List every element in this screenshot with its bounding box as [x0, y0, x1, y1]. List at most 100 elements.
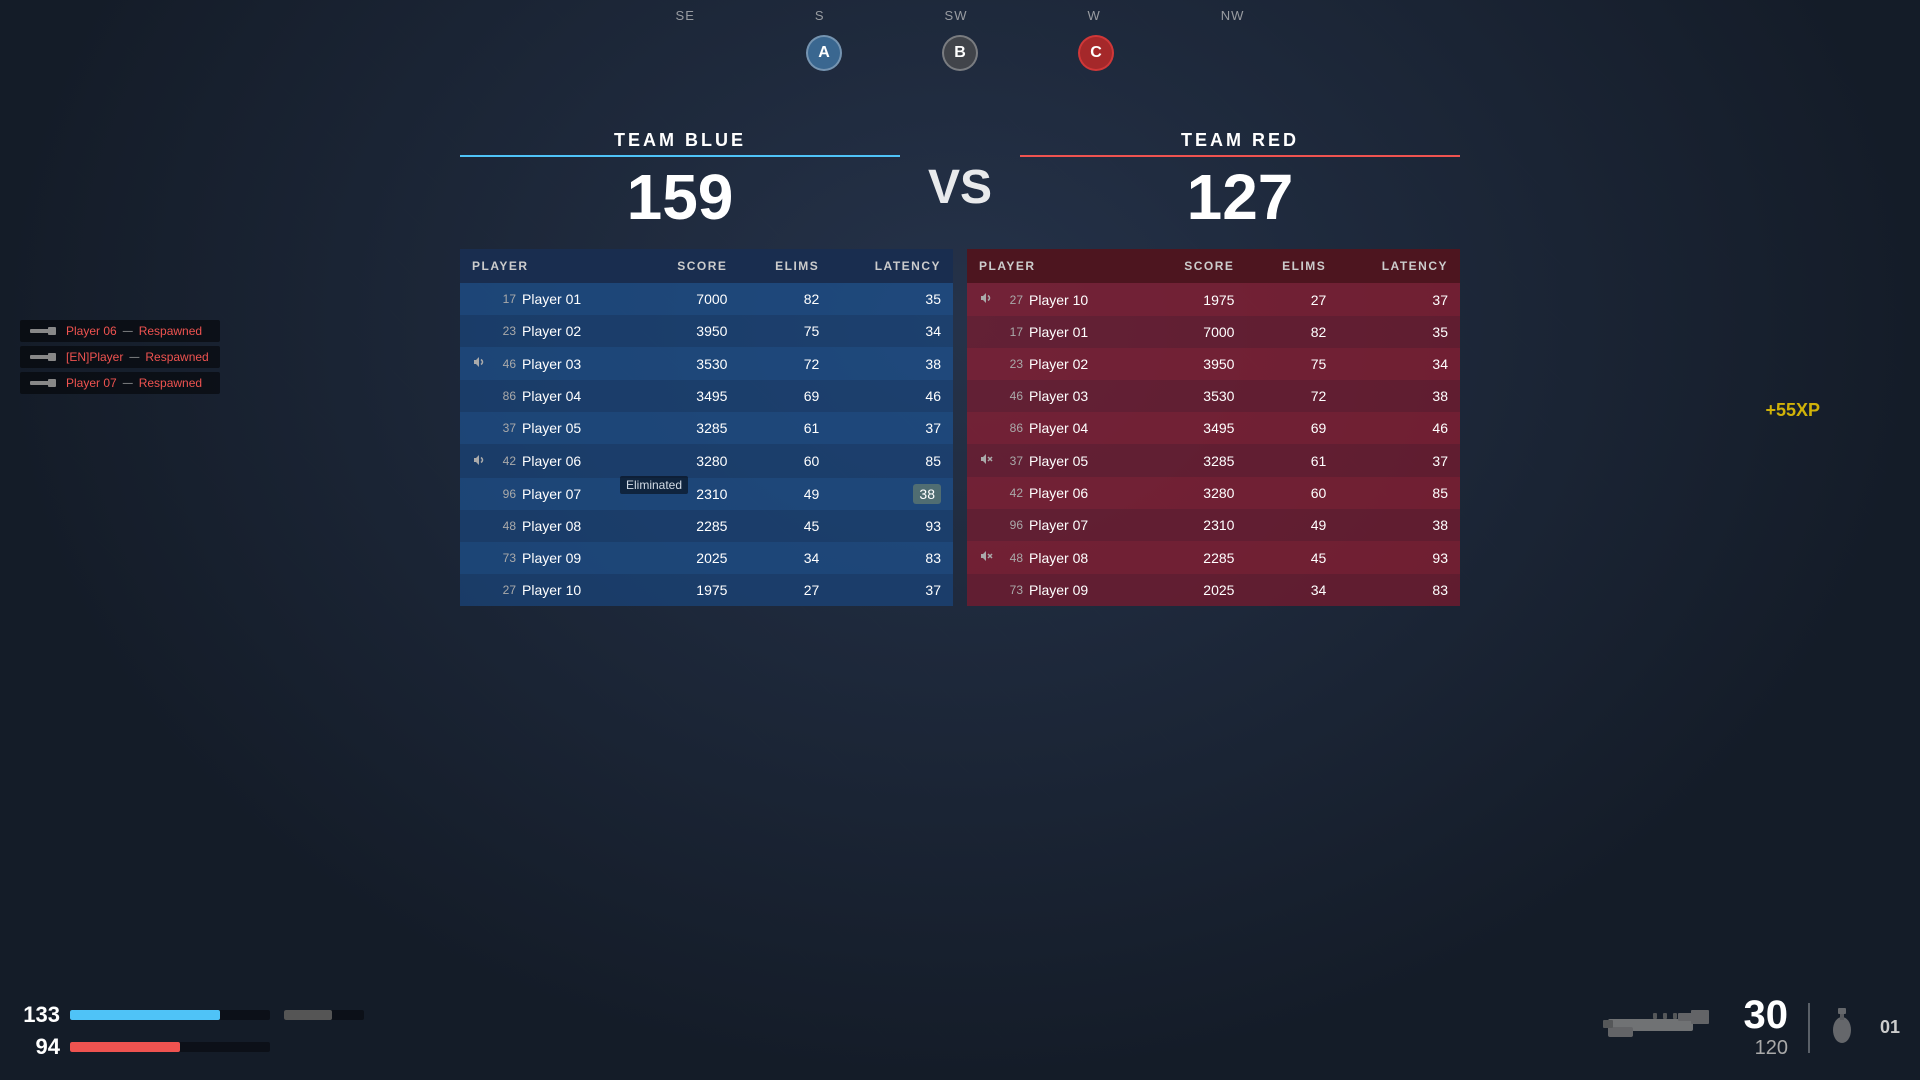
- elims-cell: 45: [1246, 541, 1338, 574]
- player-num: 86: [494, 389, 516, 403]
- player-cell: 96 Player 07: [967, 509, 1146, 541]
- player-name: Player 04: [522, 388, 581, 404]
- team-blue-header: TEAM BLUE 159: [460, 130, 900, 229]
- red-table-header: PLAYER SCORE ELIMS LATENCY: [967, 249, 1460, 283]
- kill-feed-icon: [30, 350, 60, 364]
- compass-nw: NW: [1221, 8, 1245, 23]
- elims-cell: 82: [739, 283, 831, 315]
- score-cell: 3950: [1146, 348, 1246, 380]
- player-num: 37: [494, 421, 516, 435]
- map-icon-a[interactable]: A: [806, 35, 842, 71]
- map-icons: A B C: [806, 35, 1114, 71]
- blue-table-body: 17 Player 01 7000 82 35 23 Player 02 395…: [460, 283, 953, 606]
- table-row: 42 Player 06 3280 60 85: [460, 444, 953, 477]
- health-value: 133: [20, 1002, 60, 1028]
- kill-separator: —: [123, 326, 133, 337]
- player-name: Player 04: [1029, 420, 1088, 436]
- score-cell: 3530: [639, 347, 739, 380]
- table-row: 37 Player 05 3285 61 37: [460, 412, 953, 444]
- blue-table-header: PLAYER SCORE ELIMS LATENCY: [460, 249, 953, 283]
- table-row: 27 Player 10 1975 27 37: [967, 283, 1460, 316]
- kill-killer-name: Player 06: [66, 324, 117, 338]
- ammo-divider: [1808, 1003, 1810, 1053]
- player-name: Player 10: [1029, 292, 1088, 308]
- elims-cell: 61: [1246, 444, 1338, 477]
- latency-cell: 38: [831, 478, 953, 510]
- ammo-reserve: 120: [1755, 1037, 1788, 1060]
- player-cell: 37 Player 05: [967, 444, 1146, 477]
- armor-bar-container: [70, 1042, 270, 1052]
- player-name: Player 03: [1029, 388, 1088, 404]
- elims-cell: 60: [739, 444, 831, 477]
- col-latency-red: LATENCY: [1338, 249, 1460, 283]
- player-cell: 96 Player 07: [460, 478, 639, 510]
- elims-cell: 34: [739, 542, 831, 574]
- scoreboard: TEAM BLUE 159 VS TEAM RED 127 PLAYER SCO…: [460, 130, 1460, 606]
- col-latency-blue: LATENCY: [831, 249, 953, 283]
- player-cell: 48 Player 08: [967, 541, 1146, 574]
- ammo-display: 30 120: [1743, 995, 1788, 1060]
- compass-bar: SE S SW W NW: [616, 0, 1305, 31]
- score-cell: 3495: [639, 380, 739, 412]
- player-num: 23: [1001, 357, 1023, 371]
- kill-feed-icon: [30, 376, 60, 390]
- latency-cell: 37: [831, 412, 953, 444]
- latency-cell: 85: [831, 444, 953, 477]
- score-cell: 2310: [1146, 509, 1246, 541]
- kill-action: Respawned: [145, 350, 208, 364]
- vs-label: VS: [928, 160, 992, 215]
- col-elims-red: ELIMS: [1246, 249, 1338, 283]
- col-player-red: PLAYER: [967, 249, 1146, 283]
- team-red-table: PLAYER SCORE ELIMS LATENCY 27 Player 10 …: [967, 249, 1460, 606]
- elims-cell: 27: [1246, 283, 1338, 316]
- kill-feed-item: Player 06 — Respawned: [20, 320, 220, 342]
- player-name: Player 01: [1029, 324, 1088, 340]
- map-icon-c[interactable]: C: [1078, 35, 1114, 71]
- mute-icon[interactable]: [472, 355, 488, 372]
- player-num: 46: [494, 357, 516, 371]
- table-row: 48 Player 08 2285 45 93: [967, 541, 1460, 574]
- elims-cell: 75: [739, 315, 831, 347]
- elims-cell: 82: [1246, 316, 1338, 348]
- mute-icon[interactable]: [979, 549, 995, 566]
- kill-feed-item: [EN]Player — Respawned: [20, 346, 220, 368]
- latency-cell: 46: [831, 380, 953, 412]
- player-num: 17: [1001, 325, 1023, 339]
- player-name: Player 08: [1029, 550, 1088, 566]
- player-cell: 46 Player 03: [967, 380, 1146, 412]
- mute-icon[interactable]: [979, 452, 995, 469]
- health-bar-secondary: [284, 1010, 364, 1020]
- table-row: 42 Player 06 3280 60 85: [967, 477, 1460, 509]
- armor-value: 94: [20, 1034, 60, 1060]
- compass-sw: SW: [945, 8, 968, 23]
- player-name: Player 08: [522, 518, 581, 534]
- elims-cell: 34: [1246, 574, 1338, 606]
- latency-cell: 85: [1338, 477, 1460, 509]
- player-num: 96: [494, 487, 516, 501]
- score-cell: 2285: [1146, 541, 1246, 574]
- kill-action: Respawned: [139, 376, 202, 390]
- kill-separator: —: [123, 378, 133, 389]
- health-bar-container: [70, 1010, 270, 1020]
- player-name: Player 06: [1029, 485, 1088, 501]
- player-cell: 17 Player 01: [460, 283, 639, 315]
- score-cell: 3280: [639, 444, 739, 477]
- elims-cell: 27: [739, 574, 831, 606]
- mute-icon[interactable]: [979, 291, 995, 308]
- player-cell: 42 Player 06: [967, 477, 1146, 509]
- player-num: 42: [1001, 486, 1023, 500]
- team-red-name: TEAM RED: [1020, 130, 1460, 151]
- kill-separator: —: [129, 352, 139, 363]
- player-num: 73: [494, 551, 516, 565]
- vs-section: VS: [928, 130, 992, 215]
- latency-cell: 83: [1338, 574, 1460, 606]
- grenade-icon: [1830, 1008, 1860, 1048]
- team-red-underline: [1020, 155, 1460, 157]
- elims-cell: 75: [1246, 348, 1338, 380]
- mute-icon[interactable]: [472, 453, 488, 470]
- map-icon-b[interactable]: B: [942, 35, 978, 71]
- player-name: Player 06: [522, 453, 581, 469]
- player-num: 23: [494, 324, 516, 338]
- table-row: 73 Player 09 2025 34 83: [460, 542, 953, 574]
- score-cell: 3280: [1146, 477, 1246, 509]
